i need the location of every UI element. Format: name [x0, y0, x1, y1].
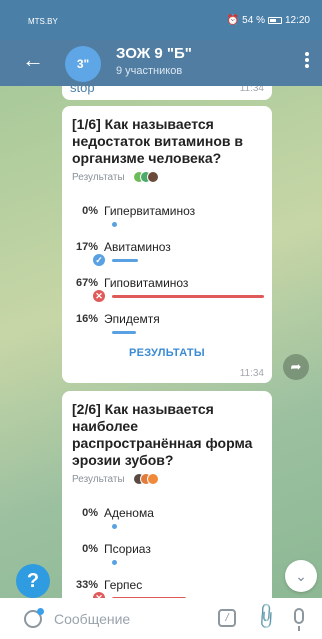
- option-percent: 0%: [82, 543, 98, 555]
- poll-results-label: Результаты: [72, 171, 125, 183]
- avatar: [146, 171, 159, 183]
- group-avatar[interactable]: 3": [65, 46, 101, 82]
- option-label: Гиповитаминоз: [104, 276, 189, 290]
- option-label: Гипервитаминоз: [104, 204, 196, 218]
- option-bar: [112, 295, 264, 298]
- poll-question: [2/6] Как называется наиболее распростра…: [72, 401, 253, 468]
- option-bar: [112, 331, 136, 334]
- emoji-icon[interactable]: [24, 608, 44, 628]
- option-label: Эпидемтя: [104, 312, 160, 326]
- poll-results-label: Результаты: [72, 473, 125, 485]
- option-percent: 67%: [75, 277, 98, 289]
- option-bar: [112, 259, 138, 262]
- option-percent: 0%: [82, 507, 98, 519]
- voter-avatars: [132, 171, 159, 183]
- option-label: Авитаминоз: [104, 240, 171, 254]
- option-label: Псориаз: [104, 542, 151, 556]
- status-bar: MTS.BY ⏰ 54 % 12:20: [0, 0, 322, 40]
- message-time: 11:34: [239, 86, 264, 94]
- alarm-icon: ⏰: [226, 15, 240, 26]
- message-text: stop: [70, 86, 95, 95]
- option-bar: [112, 524, 117, 529]
- clock: 12:20: [284, 15, 310, 26]
- battery-icon: [267, 17, 282, 24]
- message-time: 11:34: [239, 368, 264, 379]
- option-percent: 0%: [82, 205, 98, 217]
- chat-members-count: 9 участников: [116, 65, 183, 77]
- back-arrow-icon[interactable]: ←: [22, 49, 44, 71]
- share-icon[interactable]: ➦: [283, 354, 309, 380]
- poll-option[interactable]: 0% Гипервитаминоз: [72, 197, 262, 233]
- status-right: ⏰ 54 % 12:20: [227, 15, 310, 26]
- chat-area[interactable]: stop 11:34 [1/6] Как называется недостат…: [0, 86, 322, 598]
- carrier-label: MTS.BY: [28, 17, 58, 26]
- poll-meta: Результаты: [72, 171, 262, 183]
- close-icon: ✕: [93, 290, 105, 302]
- battery-percent: 54 %: [242, 15, 265, 26]
- results-button[interactable]: РЕЗУЛЬТАТЫ: [72, 347, 262, 363]
- more-vertical-icon[interactable]: [304, 51, 310, 71]
- command-icon[interactable]: /: [218, 609, 236, 627]
- poll-question: [1/6] Как называется недостаток витамино…: [72, 116, 243, 166]
- paperclip-icon[interactable]: 📎: [251, 601, 282, 632]
- microphone-icon[interactable]: [294, 608, 304, 631]
- message-bubble[interactable]: stop 11:34: [62, 86, 272, 100]
- chat-header: ← 3" ЗОЖ 9 "Б" 9 участников: [0, 40, 322, 86]
- chat-title[interactable]: ЗОЖ 9 "Б": [116, 45, 192, 62]
- help-icon[interactable]: ?: [16, 564, 50, 598]
- message-input-bar: / 📎: [0, 598, 322, 639]
- message-input[interactable]: [54, 609, 204, 629]
- poll-options: 0% Аденома 0% Псориаз 33% Герпес ✕: [72, 499, 262, 598]
- option-percent: 33%: [75, 579, 98, 591]
- option-percent: 16%: [75, 313, 98, 325]
- poll-message-2[interactable]: [2/6] Как называется наиболее распростра…: [62, 391, 272, 598]
- option-label: Герпес: [104, 578, 143, 592]
- option-bar: [112, 560, 117, 565]
- avatar: [146, 473, 159, 485]
- poll-option[interactable]: 33% Герпес ✕: [72, 571, 262, 598]
- voter-avatars: [132, 473, 159, 485]
- option-label: Аденома: [104, 506, 154, 520]
- poll-option[interactable]: 67% Гиповитаминоз ✕: [72, 269, 264, 305]
- poll-meta: Результаты: [72, 473, 262, 485]
- poll-options: 0% Гипервитаминоз 17% Авитаминоз ✓ 67% Г…: [72, 197, 264, 341]
- poll-option[interactable]: 17% Авитаминоз ✓: [72, 233, 262, 269]
- option-bar: [112, 222, 117, 227]
- poll-option[interactable]: 0% Аденома: [72, 499, 262, 535]
- chevron-down-icon[interactable]: ⌄: [285, 560, 317, 592]
- poll-message-1[interactable]: [1/6] Как называется недостаток витамино…: [62, 106, 272, 383]
- poll-option[interactable]: 16% Эпидемтя: [72, 305, 262, 341]
- poll-option[interactable]: 0% Псориаз: [72, 535, 262, 571]
- check-icon: ✓: [93, 254, 105, 266]
- option-percent: 17%: [75, 241, 98, 253]
